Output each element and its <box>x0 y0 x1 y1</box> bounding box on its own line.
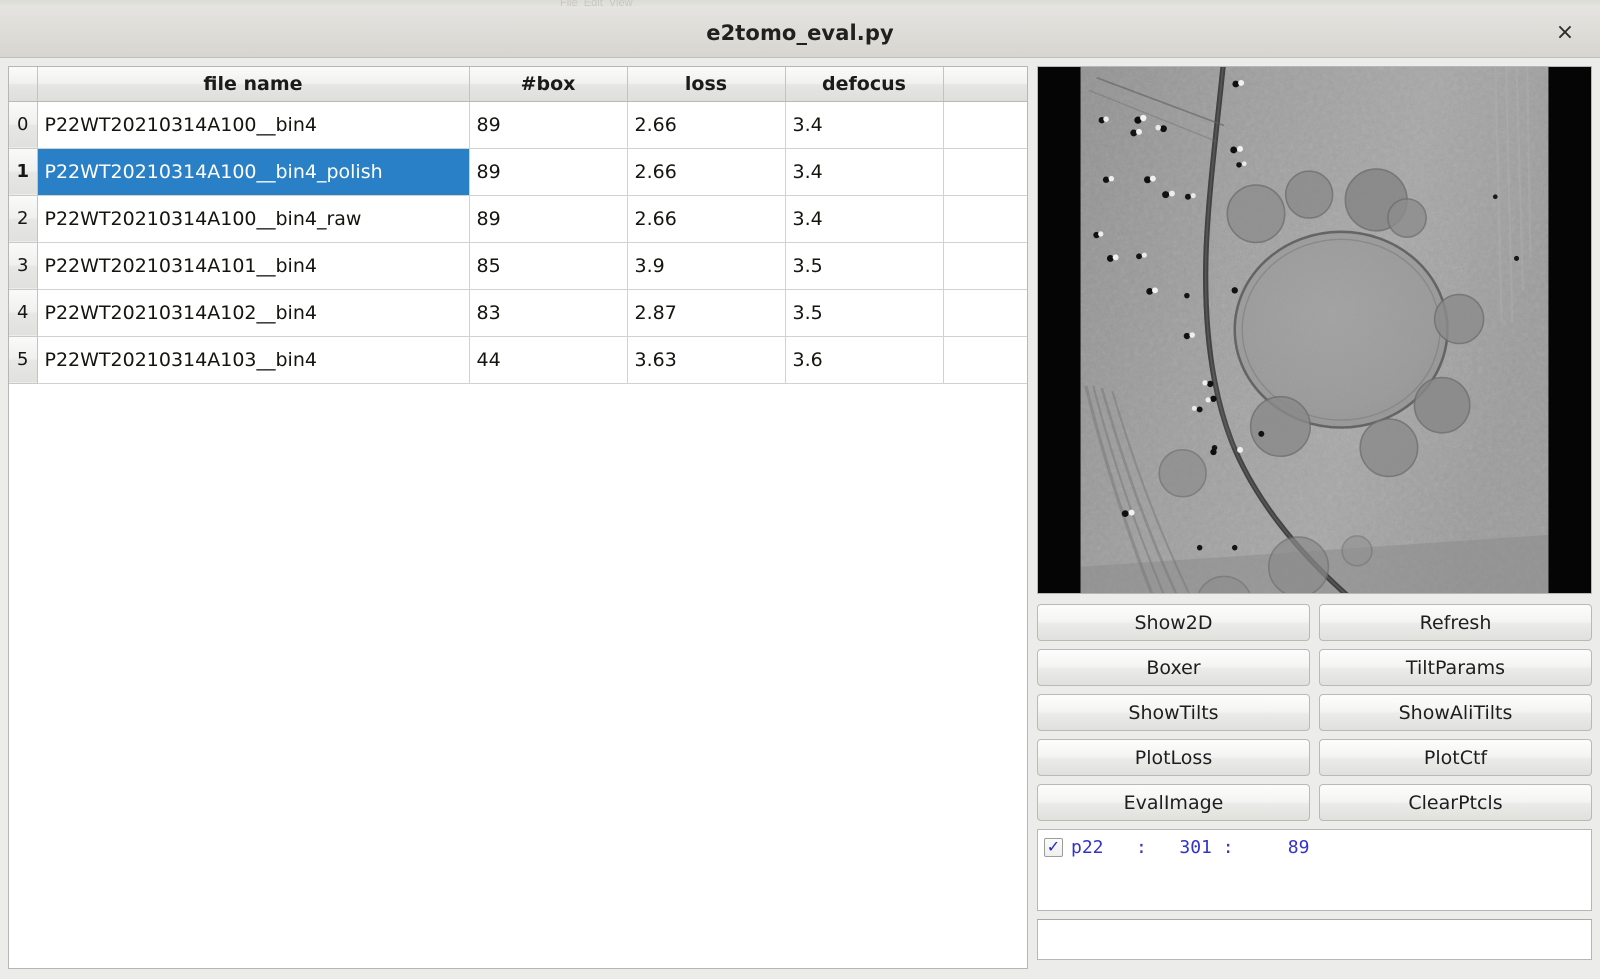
table-row[interactable]: 2P22WT20210314A100__bin4_raw892.663.4 <box>9 195 1027 242</box>
cell-trailing <box>943 101 1027 148</box>
checkbox-icon[interactable]: ✓ <box>1044 838 1063 857</box>
cell-loss[interactable]: 2.87 <box>627 289 785 336</box>
title-bar: e2tomo_eval.py × <box>0 8 1600 58</box>
cell-loss[interactable]: 3.9 <box>627 242 785 289</box>
column-header-box[interactable]: #box <box>469 67 627 101</box>
showtilts-button[interactable]: ShowTilts <box>1037 694 1310 731</box>
row-index[interactable]: 4 <box>9 289 37 336</box>
tomogram-table: file name #box loss defocus 0P22WT202103… <box>9 67 1027 384</box>
cell-box[interactable]: 83 <box>469 289 627 336</box>
clearptcls-button[interactable]: ClearPtcls <box>1319 784 1592 821</box>
action-button-grid: Show2DRefreshBoxerTiltParamsShowTiltsSho… <box>1037 602 1592 821</box>
particle-set-list[interactable]: ✓ p22 : 301 : 89 <box>1037 829 1592 911</box>
command-input[interactable] <box>1037 919 1592 960</box>
table-row[interactable]: 0P22WT20210314A100__bin4892.663.4 <box>9 101 1027 148</box>
tomogram-slice-preview <box>1038 67 1591 594</box>
table-row[interactable]: 3P22WT20210314A101__bin4853.93.5 <box>9 242 1027 289</box>
cell-file-name[interactable]: P22WT20210314A100__bin4_polish <box>37 148 469 195</box>
cell-loss[interactable]: 2.66 <box>627 195 785 242</box>
tiltparams-button[interactable]: TiltParams <box>1319 649 1592 686</box>
column-header-loss[interactable]: loss <box>627 67 785 101</box>
showalitilts-button[interactable]: ShowAliTilts <box>1319 694 1592 731</box>
cell-trailing <box>943 336 1027 383</box>
cell-defocus[interactable]: 3.5 <box>785 289 943 336</box>
window-title: e2tomo_eval.py <box>706 21 894 45</box>
cell-defocus[interactable]: 3.4 <box>785 148 943 195</box>
plotloss-button[interactable]: PlotLoss <box>1037 739 1310 776</box>
background-window-strip: File Edit View <box>0 0 1600 8</box>
row-index[interactable]: 5 <box>9 336 37 383</box>
table-header-row: file name #box loss defocus <box>9 67 1027 101</box>
refresh-button[interactable]: Refresh <box>1319 604 1592 641</box>
cell-trailing <box>943 195 1027 242</box>
window-body: file name #box loss defocus 0P22WT202103… <box>0 58 1600 979</box>
cell-box[interactable]: 85 <box>469 242 627 289</box>
table-row[interactable]: 4P22WT20210314A102__bin4832.873.5 <box>9 289 1027 336</box>
evalimage-button[interactable]: EvalImage <box>1037 784 1310 821</box>
row-index[interactable]: 1 <box>9 148 37 195</box>
cell-box[interactable]: 89 <box>469 148 627 195</box>
table-empty-area <box>9 384 1027 969</box>
column-header-trailing <box>943 67 1027 101</box>
column-header-defocus[interactable]: defocus <box>785 67 943 101</box>
cell-trailing <box>943 148 1027 195</box>
table-header: file name #box loss defocus <box>9 67 1027 101</box>
cell-box[interactable]: 44 <box>469 336 627 383</box>
application-window: e2tomo_eval.py × file name #box loss def… <box>0 8 1600 979</box>
particle-set-item[interactable]: ✓ p22 : 301 : 89 <box>1044 835 1585 859</box>
cell-box[interactable]: 89 <box>469 101 627 148</box>
table-row[interactable]: 1P22WT20210314A100__bin4_polish892.663.4 <box>9 148 1027 195</box>
show2d-button[interactable]: Show2D <box>1037 604 1310 641</box>
cell-defocus[interactable]: 3.4 <box>785 195 943 242</box>
tomogram-image-viewer[interactable] <box>1037 66 1592 594</box>
cell-defocus[interactable]: 3.4 <box>785 101 943 148</box>
cell-box[interactable]: 89 <box>469 195 627 242</box>
close-icon[interactable]: × <box>1550 18 1580 48</box>
row-index[interactable]: 0 <box>9 101 37 148</box>
row-index[interactable]: 3 <box>9 242 37 289</box>
cell-loss[interactable]: 3.63 <box>627 336 785 383</box>
row-index[interactable]: 2 <box>9 195 37 242</box>
cell-trailing <box>943 289 1027 336</box>
table-row[interactable]: 5P22WT20210314A103__bin4443.633.6 <box>9 336 1027 383</box>
cell-file-name[interactable]: P22WT20210314A100__bin4_raw <box>37 195 469 242</box>
cell-trailing <box>943 242 1027 289</box>
cell-file-name[interactable]: P22WT20210314A102__bin4 <box>37 289 469 336</box>
cell-file-name[interactable]: P22WT20210314A100__bin4 <box>37 101 469 148</box>
cell-loss[interactable]: 2.66 <box>627 148 785 195</box>
cell-defocus[interactable]: 3.6 <box>785 336 943 383</box>
plotctf-button[interactable]: PlotCtf <box>1319 739 1592 776</box>
table-body: 0P22WT20210314A100__bin4892.663.41P22WT2… <box>9 101 1027 383</box>
table-corner-header <box>9 67 37 101</box>
cell-file-name[interactable]: P22WT20210314A101__bin4 <box>37 242 469 289</box>
particle-set-label: p22 : 301 : 89 <box>1071 837 1309 858</box>
cell-file-name[interactable]: P22WT20210314A103__bin4 <box>37 336 469 383</box>
column-header-file-name[interactable]: file name <box>37 67 469 101</box>
tomogram-table-panel: file name #box loss defocus 0P22WT202103… <box>8 66 1028 969</box>
boxer-button[interactable]: Boxer <box>1037 649 1310 686</box>
cell-loss[interactable]: 2.66 <box>627 101 785 148</box>
right-panel: Show2DRefreshBoxerTiltParamsShowTiltsSho… <box>1037 66 1592 969</box>
cell-defocus[interactable]: 3.5 <box>785 242 943 289</box>
